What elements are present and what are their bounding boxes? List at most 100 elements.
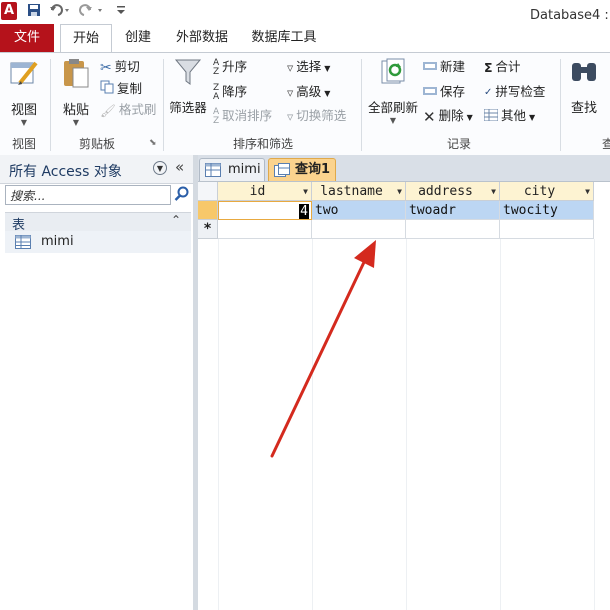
cell-city[interactable]: twocity bbox=[500, 201, 594, 220]
query-icon bbox=[274, 163, 290, 177]
column-header-city[interactable]: city ▼ bbox=[500, 182, 594, 201]
advanced-label: 高级 bbox=[296, 84, 322, 99]
new-cell-lastname[interactable] bbox=[312, 220, 406, 239]
access-logo-icon: A bbox=[1, 2, 17, 20]
binoculars-icon bbox=[572, 63, 596, 81]
column-dropdown-icon[interactable]: ▼ bbox=[491, 182, 496, 201]
undo-icon[interactable] bbox=[49, 3, 71, 19]
window-title: Database4 : 数 bbox=[530, 8, 610, 23]
cell-lastname[interactable]: two bbox=[312, 201, 406, 220]
grid-line bbox=[218, 239, 219, 610]
spelling-button[interactable]: ✓ 拼写检查 bbox=[484, 82, 545, 102]
remove-sort-icon: AZ bbox=[213, 106, 220, 126]
more-label: 其他 bbox=[501, 108, 527, 123]
new-record-icon bbox=[423, 58, 437, 78]
ribbon-tabs: 文件 开始 创建 外部数据 数据库工具 bbox=[0, 24, 610, 52]
paste-button-label: 粘贴 bbox=[62, 103, 89, 118]
tab-home[interactable]: 开始 bbox=[60, 24, 112, 52]
nav-menu-dropdown-icon[interactable]: ▼ bbox=[153, 161, 167, 175]
clipboard-launcher-icon[interactable]: ⬊ bbox=[149, 133, 157, 153]
column-dropdown-icon[interactable]: ▼ bbox=[303, 182, 308, 201]
advanced-button[interactable]: ▿ 高级 ▼ bbox=[287, 82, 330, 102]
sort-descending-icon: ZA bbox=[213, 82, 220, 102]
filter-icon bbox=[174, 59, 202, 85]
nav-group-tables[interactable]: 表 ⌃ bbox=[5, 212, 191, 233]
collapse-pane-icon[interactable]: « bbox=[175, 158, 184, 176]
paste-button[interactable]: 粘贴 ▼ bbox=[57, 57, 95, 127]
save-icon[interactable] bbox=[27, 3, 41, 19]
row-selector[interactable] bbox=[198, 201, 218, 220]
nav-header[interactable]: 所有 Access 对象 ▼ « bbox=[0, 155, 193, 184]
new-cell-city[interactable] bbox=[500, 220, 594, 239]
view-button[interactable]: 视图 ▼ bbox=[5, 57, 43, 127]
group-label-sort-filter: 排序和筛选 bbox=[233, 137, 294, 151]
view-button-label: 视图 bbox=[10, 103, 37, 118]
selection-button[interactable]: ▿ 选择 ▼ bbox=[287, 57, 330, 77]
tab-database-tools[interactable]: 数据库工具 bbox=[246, 24, 322, 51]
cell-address[interactable]: twoadr bbox=[406, 201, 500, 220]
group-label-records: 记录 bbox=[447, 137, 472, 151]
new-cell-id[interactable] bbox=[218, 220, 312, 239]
save-record-button[interactable]: 保存 bbox=[423, 82, 465, 102]
group-label-view: 视图 bbox=[12, 137, 37, 151]
group-label-find: 查 bbox=[602, 137, 610, 151]
new-record-button[interactable]: 新建 bbox=[423, 57, 465, 77]
column-header-lastname[interactable]: lastname ▼ bbox=[312, 182, 406, 201]
column-dropdown-icon[interactable]: ▼ bbox=[397, 182, 402, 201]
document-area: mimi 查询1 id ▼ lastname ▼ address ▼ city ▼ 4 … bbox=[198, 155, 610, 610]
navigation-pane: 所有 Access 对象 ▼ « 搜索... 表 ⌃ mimi bbox=[0, 155, 193, 610]
remove-sort-label: 取消排序 bbox=[222, 108, 273, 123]
find-button[interactable]: 查找 bbox=[566, 57, 602, 116]
column-header-address[interactable]: address ▼ bbox=[406, 182, 500, 201]
cell-id[interactable]: 4 bbox=[218, 201, 312, 220]
totals-button[interactable]: Σ 合计 bbox=[484, 57, 521, 77]
doc-tab-mimi[interactable]: mimi bbox=[199, 158, 265, 181]
toggle-filter-button[interactable]: ▿ 切换筛选 bbox=[287, 106, 346, 126]
copy-icon bbox=[100, 80, 114, 100]
sort-ascending-button[interactable]: A Z 升序 bbox=[213, 57, 247, 77]
toggle-filter-icon: ▿ bbox=[287, 108, 294, 124]
tab-external-data[interactable]: 外部数据 bbox=[170, 24, 234, 51]
select-all-corner[interactable] bbox=[198, 182, 218, 201]
title-bar: A Database4 : 数 bbox=[0, 0, 610, 24]
nav-title: 所有 Access 对象 bbox=[9, 164, 122, 180]
tab-file[interactable]: 文件 bbox=[0, 24, 54, 52]
refresh-all-button[interactable]: 全部刷新 ▼ bbox=[366, 57, 420, 125]
copy-button[interactable]: 复制 bbox=[100, 79, 142, 99]
sort-descending-button[interactable]: Z A 降序 bbox=[213, 82, 247, 102]
group-separator bbox=[163, 59, 164, 151]
new-cell-address[interactable] bbox=[406, 220, 500, 239]
save-record-label: 保存 bbox=[440, 84, 466, 99]
sort-descending-label: 降序 bbox=[222, 84, 248, 99]
tab-create[interactable]: 创建 bbox=[118, 24, 158, 51]
datasheet: id ▼ lastname ▼ address ▼ city ▼ 4 two twoad… bbox=[198, 182, 610, 610]
remove-sort-button[interactable]: A Z 取消排序 bbox=[213, 106, 272, 126]
column-dropdown-icon[interactable]: ▼ bbox=[585, 182, 590, 201]
cell-value: 4 bbox=[299, 204, 309, 219]
column-header-id[interactable]: id ▼ bbox=[218, 182, 312, 201]
more-icon bbox=[483, 107, 499, 127]
grid-line bbox=[312, 239, 313, 610]
filter-button[interactable]: 筛选器 bbox=[168, 57, 208, 116]
search-icon[interactable] bbox=[174, 186, 190, 205]
delete-record-button[interactable]: ✕ 删除 ▼ bbox=[423, 106, 473, 126]
cut-button[interactable]: ✂ 剪切 bbox=[100, 57, 140, 77]
collapse-group-icon[interactable]: ⌃ bbox=[171, 213, 181, 227]
nav-search-input[interactable]: 搜索... bbox=[5, 185, 171, 205]
delete-label: 删除 bbox=[438, 108, 464, 123]
group-separator bbox=[560, 59, 561, 151]
selection-filter-icon: ▿ bbox=[287, 59, 294, 75]
totals-label: 合计 bbox=[495, 59, 521, 74]
nav-item-mimi[interactable]: mimi bbox=[5, 231, 191, 253]
format-painter-button[interactable]: 🖌 格式刷 bbox=[100, 100, 156, 120]
new-record-label: 新建 bbox=[440, 59, 466, 74]
delete-icon: ✕ bbox=[423, 107, 436, 126]
spelling-label: 拼写检查 bbox=[495, 84, 546, 99]
customize-icon[interactable] bbox=[116, 3, 126, 19]
more-button[interactable]: 其他 ▼ bbox=[483, 106, 535, 127]
spelling-icon: ✓ bbox=[484, 86, 493, 98]
new-record-marker[interactable]: * bbox=[198, 220, 218, 239]
redo-icon[interactable] bbox=[79, 3, 105, 19]
doc-tab-query1[interactable]: 查询1 bbox=[268, 158, 336, 181]
column-header-label: address bbox=[418, 184, 473, 199]
